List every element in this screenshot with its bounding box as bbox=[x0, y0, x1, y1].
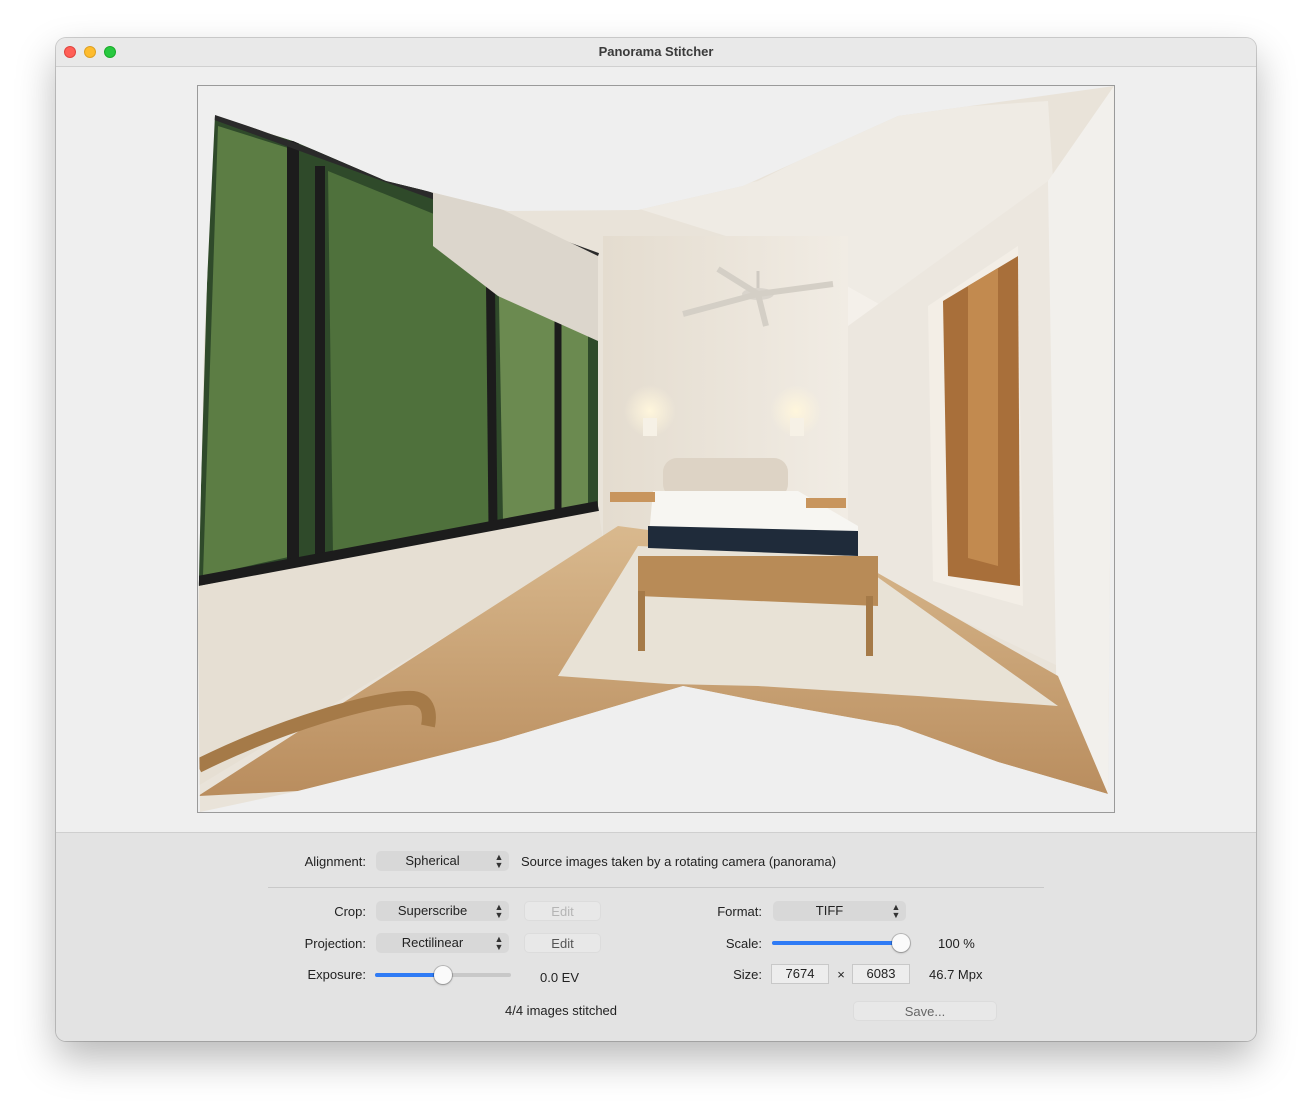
alignment-description: Source images taken by a rotating camera… bbox=[521, 854, 837, 869]
alignment-popup-value: Spherical bbox=[405, 853, 460, 868]
projection-popup[interactable]: Rectilinear ▲ ▼ bbox=[376, 933, 509, 953]
scale-label: Scale: bbox=[725, 936, 762, 951]
exposure-slider[interactable] bbox=[375, 965, 511, 985]
scale-slider-knob[interactable] bbox=[892, 934, 910, 952]
controls-panel: Alignment: Spherical ▲ ▼ Source images ta… bbox=[56, 833, 1256, 1041]
crop-popup-value: Superscribe bbox=[397, 903, 468, 918]
projection-label: Projection: bbox=[304, 936, 366, 951]
size-width-field[interactable]: 7674 bbox=[771, 964, 829, 984]
chevron-updown-icon: ▲ ▼ bbox=[494, 934, 504, 952]
preview-area bbox=[56, 67, 1256, 833]
chevron-updown-icon: ▲ ▼ bbox=[494, 902, 504, 920]
scale-slider-fill bbox=[772, 941, 901, 945]
format-popup[interactable]: TIFF ▲ ▼ bbox=[773, 901, 906, 921]
app-window: Panorama Stitcher Alignment: Spherical ▲… bbox=[56, 38, 1256, 1041]
exposure-slider-knob[interactable] bbox=[434, 966, 452, 984]
crop-label: Crop: bbox=[334, 904, 366, 919]
chevron-updown-icon: ▲ ▼ bbox=[891, 902, 901, 920]
exposure-slider-fill bbox=[375, 973, 443, 977]
format-label: Format: bbox=[717, 904, 762, 919]
alignment-popup[interactable]: Spherical ▲ ▼ bbox=[376, 851, 509, 871]
scale-slider[interactable] bbox=[772, 933, 910, 953]
exposure-label: Exposure: bbox=[307, 967, 366, 982]
size-megapixels: 46.7 Mpx bbox=[929, 967, 983, 982]
size-height-field[interactable]: 6083 bbox=[852, 964, 910, 984]
panorama-image bbox=[198, 86, 1114, 812]
save-button[interactable]: Save... bbox=[853, 1001, 997, 1021]
window-title: Panorama Stitcher bbox=[598, 44, 714, 59]
size-multiply-sign: × bbox=[837, 967, 845, 982]
size-label: Size: bbox=[733, 967, 762, 982]
projection-popup-value: Rectilinear bbox=[401, 935, 464, 950]
crop-edit-button[interactable]: Edit bbox=[524, 901, 601, 921]
status-text: 4/4 images stitched bbox=[505, 1003, 618, 1018]
exposure-value: 0.0 EV bbox=[540, 970, 580, 985]
crop-popup[interactable]: Superscribe ▲ ▼ bbox=[376, 901, 509, 921]
title-bar[interactable]: Panorama Stitcher bbox=[56, 38, 1256, 67]
format-popup-value: TIFF bbox=[815, 903, 844, 918]
projection-edit-button[interactable]: Edit bbox=[524, 933, 601, 953]
separator bbox=[268, 887, 1044, 888]
chevron-updown-icon: ▲ ▼ bbox=[494, 852, 504, 870]
panorama-preview bbox=[197, 85, 1115, 813]
scale-value: 100 % bbox=[938, 936, 975, 951]
alignment-label: Alignment: bbox=[304, 854, 366, 869]
